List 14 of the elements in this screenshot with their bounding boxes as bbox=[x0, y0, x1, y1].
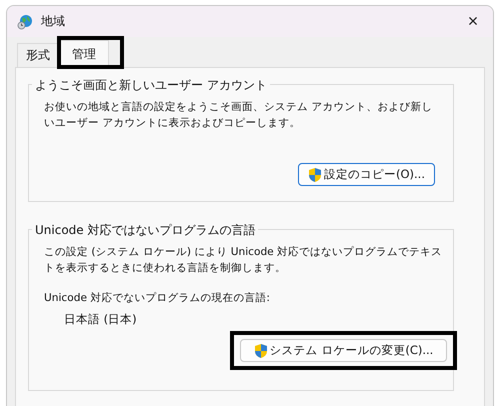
current-language: 日本語 (日本) bbox=[64, 312, 138, 327]
window-title: 地域 bbox=[41, 13, 65, 30]
group-title: ようこそ画面と新しいユーザー アカウント bbox=[32, 77, 270, 94]
shield-icon bbox=[254, 342, 268, 358]
globe-icon bbox=[17, 14, 33, 30]
close-button[interactable]: × bbox=[453, 6, 493, 37]
description-text: この設定 (システム ロケール) により Unicode 対応ではないプログラムでテキストを表示するときに使われる言語を制御します。 bbox=[44, 245, 443, 276]
action-button[interactable]: 設定のコピー(O)... bbox=[298, 163, 435, 186]
description-text: Unicode 対応でないプログラムの現在の言語: bbox=[44, 291, 271, 306]
description-text: お使いの地域と言語の設定をようこそ画面、システム アカウント、および新しいユーザー アカウントに表示およびコピーします。 bbox=[44, 100, 434, 131]
action-button[interactable]: システム ロケールの変更(C)... bbox=[240, 339, 447, 362]
shield-icon bbox=[308, 166, 322, 182]
group-title: Unicode 対応ではないプログラムの言語 bbox=[32, 222, 258, 239]
tab[interactable]: 形式 bbox=[17, 43, 59, 67]
